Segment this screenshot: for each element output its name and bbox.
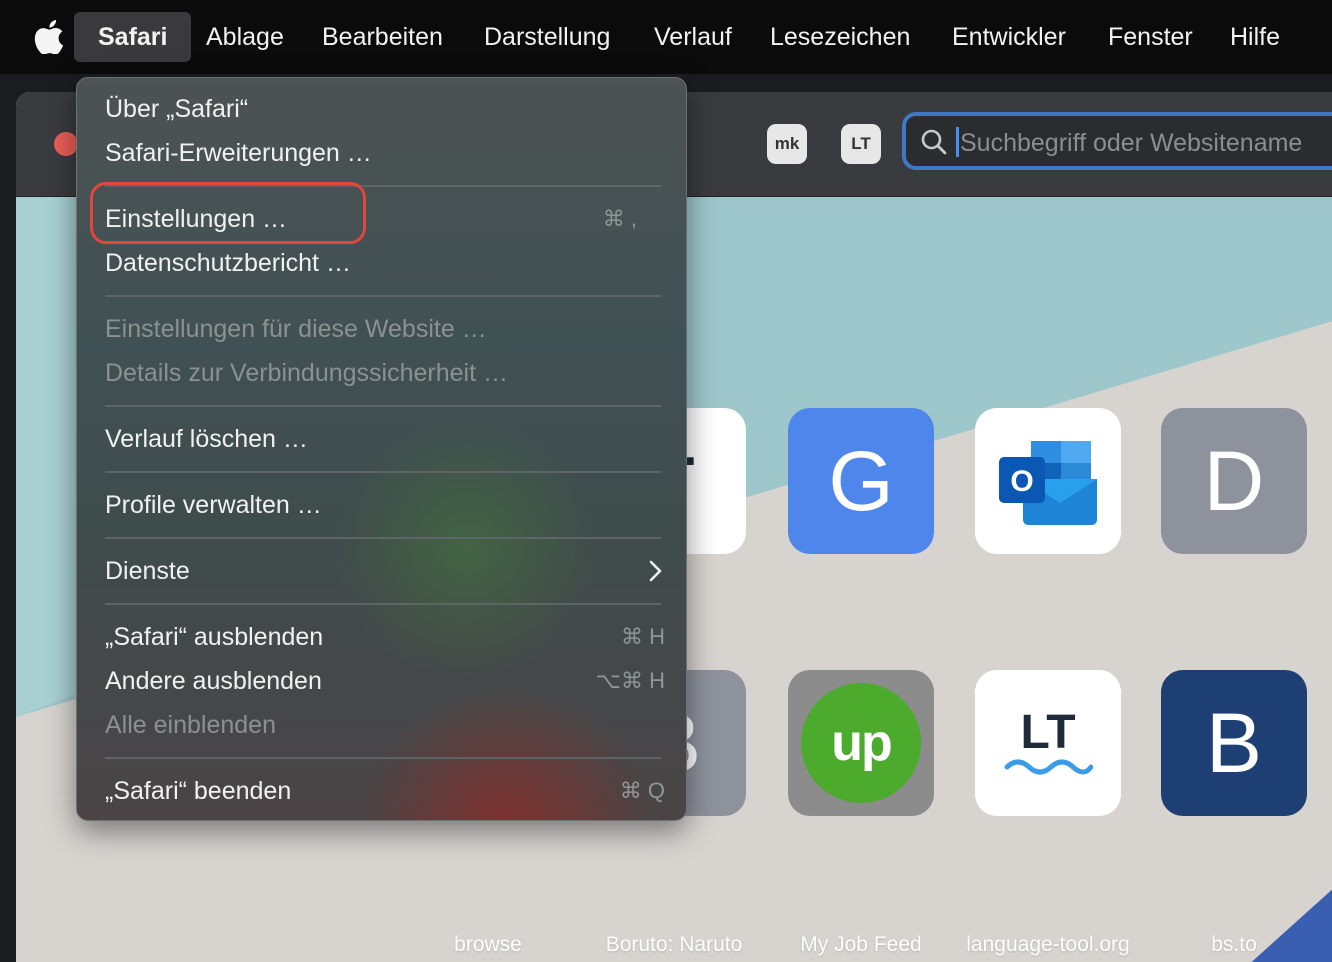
chevron-right-icon — [649, 560, 662, 582]
menu-item-label: „Safari“ beenden — [105, 777, 292, 805]
wave-icon — [1004, 759, 1093, 775]
menu-item-show-all: Alle einblenden — [105, 703, 665, 747]
favorite-label: bs.to — [1211, 933, 1257, 956]
favorite-glyph: up — [831, 714, 893, 772]
close-window-button[interactable] — [54, 132, 78, 156]
favorite-glyph: B — [1205, 696, 1263, 790]
shortcut-label: ⌘ Q — [619, 778, 665, 803]
menu-ablage[interactable]: Ablage — [206, 21, 284, 53]
menu-separator — [105, 405, 661, 407]
menu-item-label: Dienste — [105, 557, 190, 585]
menu-item-label: Datenschutzbericht … — [105, 249, 351, 277]
menu-verlauf[interactable]: Verlauf — [654, 21, 732, 53]
outlook-icon: O — [999, 441, 1097, 525]
svg-text:O: O — [1010, 465, 1033, 498]
menu-item-label: Alle einblenden — [105, 711, 276, 739]
favorite-my-job-feed[interactable]: up — [788, 670, 934, 816]
menu-bar: Safari Ablage Bearbeiten Darstellung Ver… — [0, 0, 1332, 74]
favorite-label: My Job Feed — [800, 933, 922, 956]
settings-highlight-annotation — [90, 182, 366, 244]
search-input[interactable] — [958, 122, 1332, 164]
favorite-outlook[interactable]: O — [975, 408, 1121, 554]
menu-item-label: Safari-Erweiterungen … — [105, 139, 372, 167]
upwork-icon: up — [801, 683, 921, 803]
menu-item-clear-history[interactable]: Verlauf löschen … — [105, 417, 665, 461]
menu-separator — [105, 537, 661, 539]
menu-item-label: Andere ausblenden — [105, 667, 322, 695]
favorite-glyph: G — [828, 434, 894, 528]
menu-item-label: Einstellungen für diese Website … — [105, 315, 487, 343]
menu-entwickler[interactable]: Entwickler — [952, 21, 1066, 53]
favorite-bs-to[interactable]: B — [1161, 670, 1307, 816]
menu-separator — [105, 757, 661, 759]
menu-darstellung[interactable]: Darstellung — [484, 21, 610, 53]
favorite-language-tool[interactable]: LT — [975, 670, 1121, 816]
menu-item-website-settings: Einstellungen für diese Website … — [105, 307, 665, 351]
menu-bearbeiten[interactable]: Bearbeiten — [322, 21, 443, 53]
extension-mk-label: mk — [774, 134, 800, 153]
shortcut-label: ⌥⌘ H — [595, 668, 665, 693]
menu-separator — [105, 295, 661, 297]
menu-item-privacy-report[interactable]: Datenschutzbericht … — [105, 241, 665, 285]
menu-item-about-safari[interactable]: Über „Safari“ — [105, 87, 665, 131]
menu-hilfe[interactable]: Hilfe — [1230, 21, 1280, 53]
address-search-bar[interactable] — [902, 112, 1332, 170]
safari-menu-dropdown: Über „Safari“ Safari-Erweiterungen … Ein… — [76, 77, 687, 821]
menu-item-label: Verlauf löschen … — [105, 425, 308, 453]
extension-mk-button[interactable]: mk — [767, 124, 807, 164]
menu-item-label: Details zur Verbindungssicherheit … — [105, 359, 508, 387]
search-icon — [921, 129, 947, 155]
menu-item-manage-profiles[interactable]: Profile verwalten … — [105, 483, 665, 527]
favorite-gmail[interactable]: G — [788, 408, 934, 554]
shortcut-label: ⌘ H — [621, 624, 665, 649]
menu-item-connection-details: Details zur Verbindungssicherheit … — [105, 351, 665, 395]
menu-item-safari-extensions[interactable]: Safari-Erweiterungen … — [105, 131, 665, 175]
menu-lesezeichen[interactable]: Lesezeichen — [770, 21, 910, 53]
menu-item-services[interactable]: Dienste — [105, 549, 665, 593]
favorite-label: Boruto: Naruto Nex… — [605, 933, 743, 962]
extension-lt-label: LT — [851, 134, 871, 153]
menu-separator — [105, 471, 661, 473]
favorite-glyph: D — [1203, 434, 1265, 528]
extension-languagetool-button[interactable]: LT — [841, 124, 881, 164]
menu-item-label: Über „Safari“ — [105, 95, 249, 123]
favorite-glyph: LT — [1020, 706, 1076, 759]
menu-item-hide-safari[interactable]: „Safari“ ausblenden ⌘ H — [105, 615, 665, 659]
favorite-label: language-tool.org — [966, 933, 1130, 956]
menu-separator — [105, 603, 661, 605]
apple-logo-icon[interactable] — [34, 20, 64, 54]
menu-fenster[interactable]: Fenster — [1108, 21, 1193, 53]
menu-safari[interactable]: Safari — [74, 12, 192, 62]
menu-item-label: „Safari“ ausblenden — [105, 623, 324, 651]
shortcut-label: ⌘ , — [602, 206, 637, 231]
menu-item-quit-safari[interactable]: „Safari“ beenden ⌘ Q — [105, 769, 665, 813]
menu-item-label: Profile verwalten … — [105, 491, 322, 519]
favorite-label: browse — [454, 933, 522, 956]
favorite-demon-slayer[interactable]: D — [1161, 408, 1307, 554]
menu-item-hide-others[interactable]: Andere ausblenden ⌥⌘ H — [105, 659, 665, 703]
